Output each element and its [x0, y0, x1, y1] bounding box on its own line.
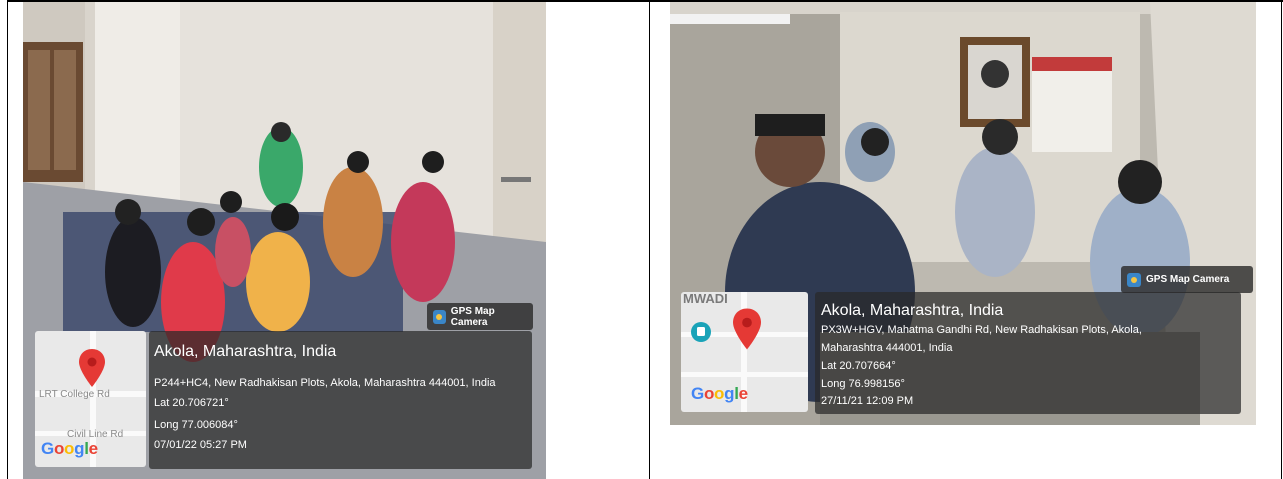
left-location-overlay: Akola, Maharashtra, India P244+HC4, New …	[149, 331, 532, 469]
map-pin-icon	[733, 308, 761, 350]
location-address: P244+HC4, New Radhakisan Plots, Akola, M…	[154, 377, 496, 389]
map-area-label: MWADI	[683, 292, 728, 306]
location-address-line1: PX3W+HGV, Mahatma Gandhi Rd, New Radhaki…	[821, 324, 1142, 336]
gps-camera-icon	[433, 309, 446, 324]
table-border-right	[1281, 0, 1282, 479]
location-datetime: 07/01/22 05:27 PM	[154, 439, 247, 451]
location-latitude: Lat 20.706721°	[154, 397, 229, 409]
gps-camera-badge: GPS Map Camera	[427, 303, 533, 330]
map-pin-icon	[79, 349, 105, 387]
right-location-overlay: Akola, Maharashtra, India PX3W+HGV, Maha…	[815, 292, 1241, 414]
location-latitude: Lat 20.707664°	[821, 360, 896, 372]
location-address-line2: Maharashtra 444001, India	[821, 342, 953, 354]
location-title: Akola, Maharashtra, India	[154, 343, 337, 360]
gps-camera-icon	[1127, 272, 1141, 287]
left-photo: GPS Map Camera LRT College Rd Civil Line…	[23, 2, 546, 479]
map-transit-icon	[691, 322, 711, 342]
map-road-label: LRT College Rd	[39, 389, 110, 400]
table-border-left	[7, 0, 8, 479]
table-border-middle	[649, 0, 650, 479]
google-logo: Google	[691, 384, 748, 403]
right-photo: GPS Map Camera MWADI Google Akola, Mahar…	[670, 2, 1256, 425]
location-longitude: Long 76.998156°	[821, 378, 905, 390]
right-map-thumbnail: MWADI Google	[681, 292, 808, 412]
location-title: Akola, Maharashtra, India	[821, 302, 1004, 319]
left-map-thumbnail: LRT College Rd Civil Line Rd Google	[35, 331, 146, 467]
location-longitude: Long 77.006084°	[154, 419, 238, 431]
google-logo: Google	[41, 439, 98, 458]
gps-camera-badge: GPS Map Camera	[1121, 266, 1253, 293]
gps-camera-badge-label: GPS Map Camera	[450, 305, 495, 328]
location-datetime: 27/11/21 12:09 PM	[821, 395, 914, 407]
gps-camera-badge-label: GPS Map Camera	[1146, 274, 1230, 285]
